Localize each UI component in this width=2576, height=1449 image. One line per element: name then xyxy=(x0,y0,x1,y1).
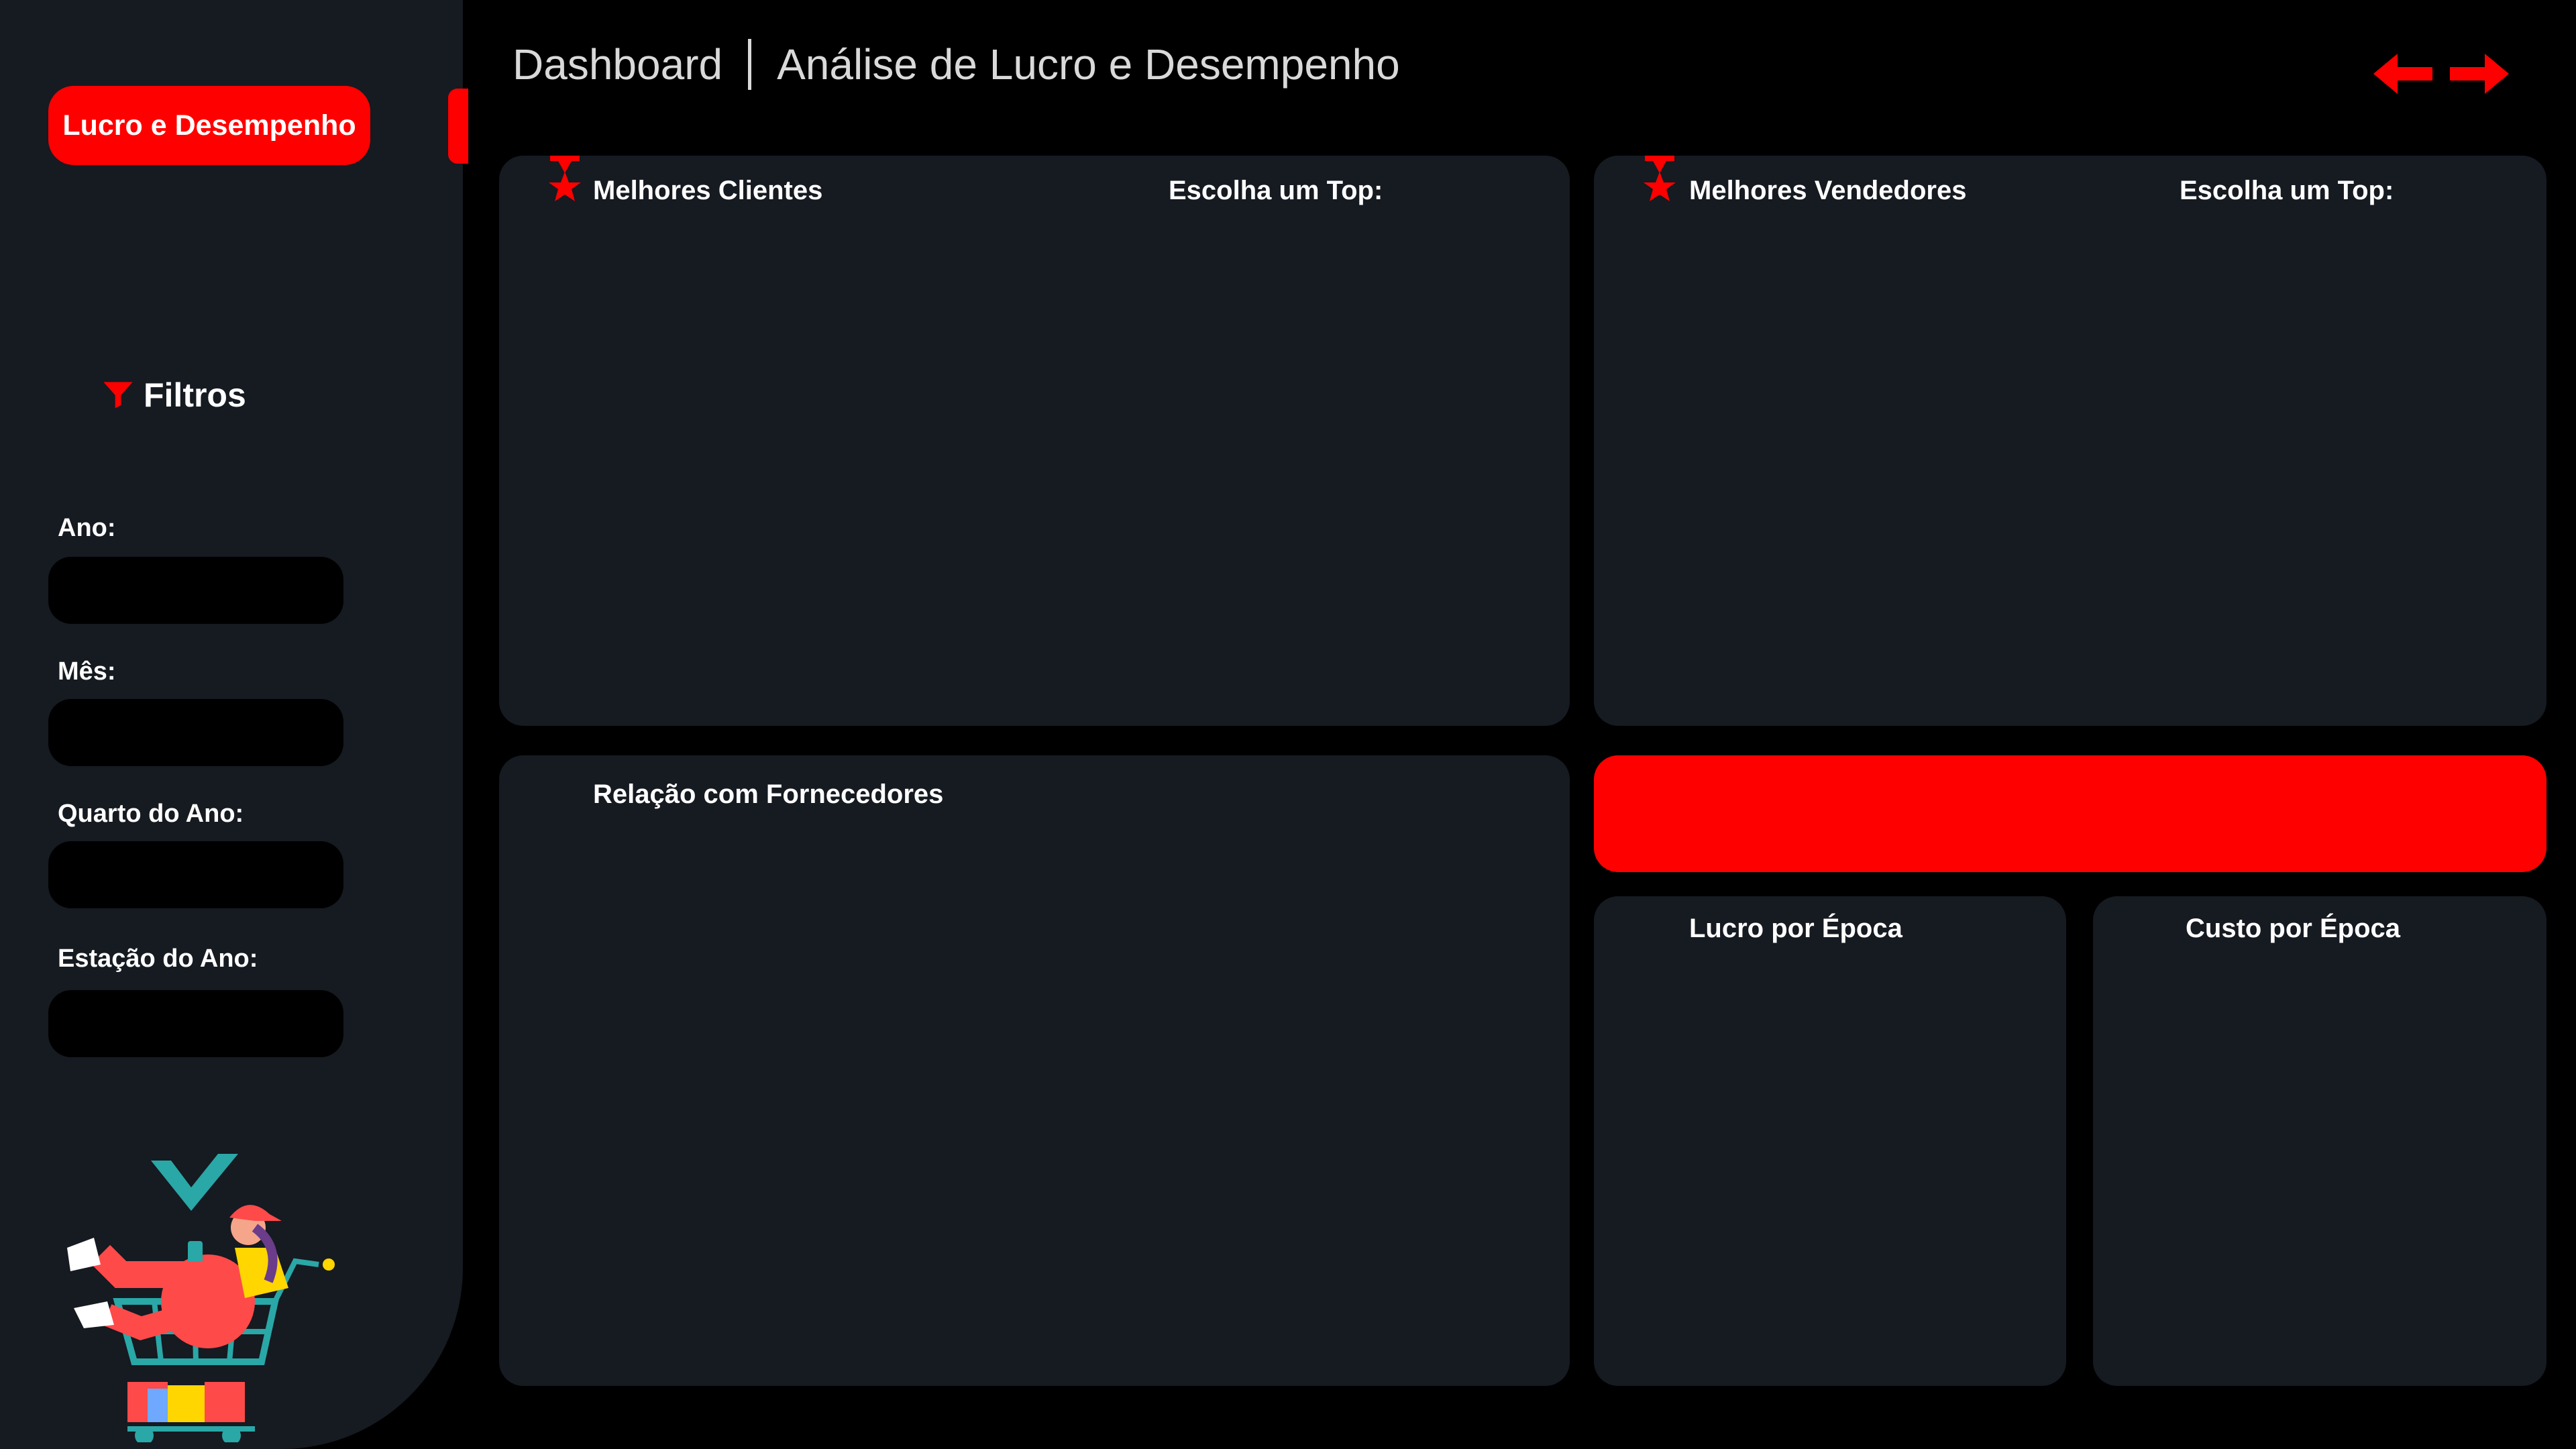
arrow-right-icon[interactable] xyxy=(2450,54,2509,94)
award-star-icon xyxy=(1644,156,1676,201)
cost-season-panel: Custo por Época xyxy=(2093,896,2546,1386)
suppliers-panel: Relação com Fornecedores xyxy=(499,755,1570,1386)
header-separator xyxy=(748,39,752,90)
arrow-left-icon[interactable] xyxy=(2373,54,2432,94)
cost-season-title: Custo por Época xyxy=(2186,914,2401,943)
filter-quarto-select[interactable] xyxy=(48,841,343,908)
best-sellers-panel: Melhores Vendedores Escolha um Top: xyxy=(1594,156,2546,726)
best-sellers-title: Melhores Vendedores xyxy=(1689,176,1967,205)
filter-label-quarto: Quarto do Ano: xyxy=(58,800,244,828)
filter-label-ano: Ano: xyxy=(58,514,116,542)
best-clients-panel: Melhores Clientes Escolha um Top: xyxy=(499,156,1570,726)
page-header: Dashboard Análise de Lucro e Desempenho xyxy=(513,39,1400,90)
award-star-icon xyxy=(549,156,581,201)
tab-lucro-desempenho[interactable]: Lucro e Desempenho xyxy=(48,86,370,165)
best-clients-top-label: Escolha um Top: xyxy=(1169,176,1383,205)
tab-indicator xyxy=(448,89,468,164)
filter-label-estacao: Estação do Ano: xyxy=(58,945,258,973)
kpi-banner xyxy=(1594,755,2546,872)
profit-season-panel: Lucro por Época xyxy=(1594,896,2066,1386)
page-title: Dashboard xyxy=(513,40,723,89)
suppliers-title: Relação com Fornecedores xyxy=(593,780,944,809)
best-sellers-top-label: Escolha um Top: xyxy=(2180,176,2394,205)
funnel-icon xyxy=(103,382,133,409)
sidebar: Lucro e Desempenho Filtros Ano: Mês: Qua… xyxy=(0,0,463,1449)
filter-estacao-select[interactable] xyxy=(48,990,343,1057)
best-clients-title: Melhores Clientes xyxy=(593,176,823,205)
filter-label-mes: Mês: xyxy=(58,657,116,686)
navigation-arrows xyxy=(2373,54,2509,94)
filter-mes-select[interactable] xyxy=(48,699,343,766)
shopping-cart-illustration xyxy=(67,1154,335,1442)
filters-label: Filtros xyxy=(144,376,246,414)
profit-season-title: Lucro por Época xyxy=(1689,914,1902,943)
filters-heading: Filtros xyxy=(101,376,246,415)
page-subtitle: Análise de Lucro e Desempenho xyxy=(777,40,1400,89)
filter-ano-select[interactable] xyxy=(48,557,343,624)
